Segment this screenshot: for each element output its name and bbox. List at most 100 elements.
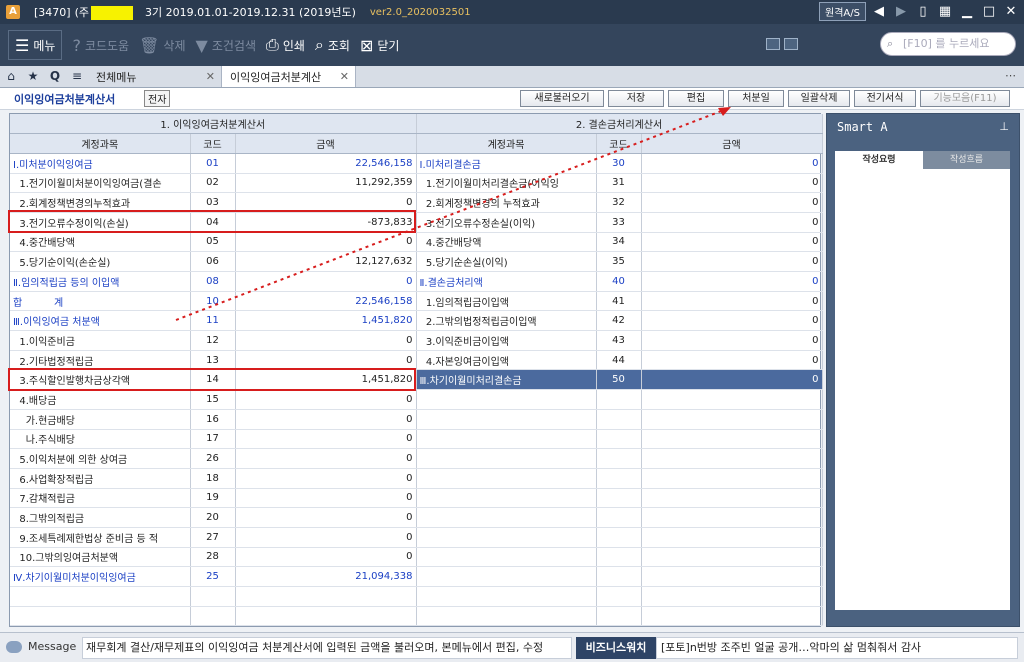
code-cell-left[interactable]: 20: [190, 507, 236, 528]
account-cell-left[interactable]: 1.전기이월미처분이익잉여금(결손: [10, 173, 191, 194]
code-cell-right[interactable]: [596, 389, 642, 410]
tab-retained-earnings[interactable]: 이익잉여금처분계산 ✕: [222, 66, 356, 87]
tab-writing-flow[interactable]: 작성흐름: [923, 151, 1010, 169]
code-cell-right[interactable]: 30: [596, 153, 642, 174]
amount-cell-left[interactable]: [235, 586, 417, 607]
news-ticker[interactable]: [포토]n번방 조주빈 얼굴 공개…악마의 삶 멈춰줘서 감사: [656, 637, 1018, 659]
account-cell-right[interactable]: [416, 586, 597, 607]
account-cell-right[interactable]: [416, 409, 597, 430]
account-cell-right[interactable]: [416, 566, 597, 587]
code-cell-right[interactable]: [596, 566, 642, 587]
code-cell-left[interactable]: 05: [190, 232, 236, 253]
remote-support-button[interactable]: 원격A/S: [819, 2, 866, 21]
print-button[interactable]: ⎙ 인쇄: [266, 30, 305, 60]
amount-cell-right[interactable]: 0: [641, 330, 823, 351]
table-row[interactable]: 1.이익준비금 12 0 3.이익준비금이입액 43 0: [10, 330, 823, 351]
account-cell-left[interactable]: Ⅰ.미처분이익잉여금: [10, 153, 191, 174]
list-icon[interactable]: ≡: [66, 66, 88, 87]
account-cell-left[interactable]: 나.주식배당: [10, 429, 191, 450]
layout-icon[interactable]: ▦: [936, 3, 954, 21]
code-cell-right[interactable]: [596, 409, 642, 430]
bulk-delete-button[interactable]: 일괄삭제: [788, 90, 850, 107]
table-row[interactable]: 5.이익처분에 의한 상여금 26 0: [10, 448, 823, 469]
amount-cell-left[interactable]: 0: [235, 507, 417, 528]
amount-cell-left[interactable]: 0: [235, 527, 417, 548]
code-cell-left[interactable]: 13: [190, 350, 236, 371]
account-cell-right[interactable]: [416, 468, 597, 489]
amount-cell-left[interactable]: 22,546,158: [235, 291, 417, 312]
tab-all-menu[interactable]: 전체메뉴 ✕: [88, 66, 222, 87]
amount-cell-right[interactable]: 0: [641, 212, 823, 233]
account-cell-right[interactable]: [416, 547, 597, 568]
amount-cell-left[interactable]: 0: [235, 409, 417, 430]
code-cell-right[interactable]: [596, 527, 642, 548]
amount-cell-left[interactable]: 0: [235, 271, 417, 292]
code-cell-right[interactable]: [596, 448, 642, 469]
account-cell-right[interactable]: [416, 389, 597, 410]
code-cell-right[interactable]: [596, 586, 642, 607]
account-cell-left[interactable]: 8.그밖의적립금: [10, 507, 191, 528]
table-row[interactable]: Ⅱ.임의적립금 등의 이입액 08 0 Ⅱ.결손금처리액 40 0: [10, 271, 823, 292]
minimize-icon[interactable]: ▁: [958, 3, 976, 21]
view-icon-1[interactable]: [766, 38, 780, 50]
amount-cell-right[interactable]: [641, 566, 823, 587]
amount-cell-right[interactable]: [641, 429, 823, 450]
code-cell-right[interactable]: [596, 507, 642, 528]
account-cell-right[interactable]: Ⅲ.차기이월미처리결손금: [416, 369, 597, 391]
code-cell-right[interactable]: 42: [596, 310, 642, 332]
table-row[interactable]: [10, 586, 823, 607]
table-row[interactable]: 7.감채적립금 19 0: [10, 488, 823, 509]
table-row[interactable]: 가.현금배당 16 0: [10, 409, 823, 430]
account-cell-right[interactable]: 1.임의적립금이입액: [416, 291, 597, 312]
code-cell-left[interactable]: [190, 606, 236, 627]
code-cell-right[interactable]: 50: [596, 369, 642, 391]
code-cell-right[interactable]: 43: [596, 330, 642, 351]
account-cell-right[interactable]: [416, 606, 597, 627]
delete-button[interactable]: 🗑 삭제: [139, 30, 185, 60]
code-cell-right[interactable]: [596, 606, 642, 627]
code-cell-right[interactable]: 44: [596, 350, 642, 371]
amount-cell-right[interactable]: [641, 507, 823, 528]
account-cell-left[interactable]: Ⅳ.차기이월미처분이익잉여금: [10, 566, 191, 587]
amount-cell-right[interactable]: 0: [641, 251, 823, 272]
code-cell-left[interactable]: 02: [190, 173, 236, 194]
reload-button[interactable]: 새로불러오기: [520, 90, 604, 107]
amount-cell-left[interactable]: 11,292,359: [235, 173, 417, 194]
lookup-button[interactable]: ⌕ 조회: [315, 30, 350, 60]
account-cell-left[interactable]: 9.조세특례제한법상 준비금 등 적: [10, 527, 191, 548]
table-row[interactable]: 9.조세특례제한법상 준비금 등 적 27 0: [10, 527, 823, 548]
account-cell-left[interactable]: [10, 586, 191, 607]
close-button[interactable]: ⊠ 닫기: [360, 30, 400, 60]
code-cell-right[interactable]: 35: [596, 251, 642, 272]
amount-cell-right[interactable]: 0: [641, 192, 823, 213]
more-tabs-icon[interactable]: ⋯: [1005, 69, 1016, 82]
amount-cell-left[interactable]: 21,094,338: [235, 566, 417, 587]
table-row[interactable]: 2.기타법정적립금 13 0 4.자본잉여금이입액 44 0: [10, 350, 823, 371]
amount-cell-right[interactable]: [641, 586, 823, 607]
account-cell-left[interactable]: 7.감채적립금: [10, 488, 191, 509]
code-cell-right[interactable]: 32: [596, 192, 642, 213]
account-cell-right[interactable]: 3.이익준비금이입액: [416, 330, 597, 351]
account-cell-left[interactable]: 1.이익준비금: [10, 330, 191, 351]
table-row[interactable]: Ⅲ.이익잉여금 처분액 11 1,451,820 2.그밖의법정적립금이입액 42 0: [10, 310, 823, 332]
account-cell-right[interactable]: 3.전기오류수정손실(이익): [416, 212, 597, 233]
tab-writing-guide[interactable]: 작성요령: [835, 151, 923, 169]
prior-format-button[interactable]: 전기서식: [854, 90, 916, 107]
code-cell-right[interactable]: 34: [596, 232, 642, 253]
amount-cell-right[interactable]: [641, 488, 823, 509]
amount-cell-left[interactable]: 22,546,158: [235, 153, 417, 174]
account-cell-right[interactable]: [416, 527, 597, 548]
close-tab-icon[interactable]: ✕: [206, 70, 215, 83]
account-cell-right[interactable]: 4.자본잉여금이입액: [416, 350, 597, 371]
amount-cell-left[interactable]: 0: [235, 389, 417, 410]
amount-cell-right[interactable]: 0: [641, 310, 823, 332]
account-cell-right[interactable]: Ⅰ.미처리결손금: [416, 153, 597, 174]
save-button[interactable]: 저장: [608, 90, 664, 107]
amount-cell-right[interactable]: [641, 468, 823, 489]
code-cell-left[interactable]: 11: [190, 310, 236, 332]
amount-cell-right[interactable]: 0: [641, 173, 823, 194]
disposal-date-button[interactable]: 처분일: [728, 90, 784, 107]
code-cell-right[interactable]: [596, 488, 642, 509]
business-watch-label[interactable]: 비즈니스워치: [576, 637, 656, 659]
table-row[interactable]: 4.배당금 15 0: [10, 389, 823, 410]
